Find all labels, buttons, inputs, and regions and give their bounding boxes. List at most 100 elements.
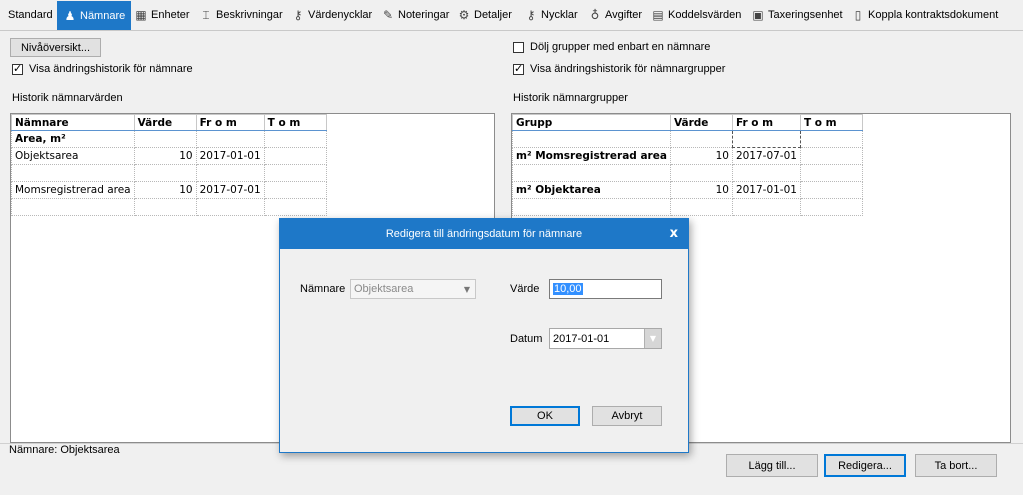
cell-name [512, 164, 671, 182]
right-grid-title: Historik nämnargrupper [513, 92, 628, 104]
edit-button[interactable]: Redigera... [824, 454, 906, 477]
cell-name: Objektsarea [11, 147, 135, 165]
cell-to [263, 130, 327, 148]
tab-detaljer[interactable]: ⚙ Detaljer [457, 4, 512, 26]
cell-from: 2017-07-01 [731, 147, 801, 165]
ok-button[interactable]: OK [510, 406, 580, 426]
column-header-from[interactable]: Fr o m [195, 114, 265, 131]
cell-name [512, 130, 671, 148]
add-button[interactable]: Lägg till... [726, 454, 818, 477]
checkbox-checked[interactable] [12, 62, 23, 75]
cell-name [11, 164, 135, 182]
table-row[interactable] [11, 198, 327, 216]
cell-to [799, 164, 863, 182]
table-row[interactable] [512, 198, 863, 216]
table-row[interactable]: Momsregistrerad area 10 2017-07-01 [11, 181, 327, 199]
cell-from [731, 198, 801, 216]
tab-koddelsvarden[interactable]: ▤ Koddelsvärden [651, 4, 741, 26]
notes-icon: ✎ [382, 8, 394, 22]
date-picker[interactable]: 2017-01-01 ▼ [549, 328, 662, 349]
checkbox-checked[interactable] [513, 62, 524, 75]
table-row[interactable]: Area, m² [11, 130, 327, 148]
cell-value [669, 164, 733, 182]
chevron-down-icon[interactable]: ▼ [644, 329, 661, 348]
cell-value [133, 198, 197, 216]
cell-to [799, 181, 863, 199]
delete-button[interactable]: Ta bort... [915, 454, 997, 477]
tab-vardenycklar[interactable]: ⚷ Värdenycklar [291, 4, 373, 26]
cell-value [669, 198, 733, 216]
cell-to [799, 130, 863, 148]
tab-nycklar[interactable]: ⚷ Nycklar [524, 4, 578, 26]
dialog-title-bar[interactable]: Redigera till ändringsdatum för nämnare … [280, 219, 688, 249]
cell-from [731, 164, 801, 182]
person-icon: ♟ [64, 8, 76, 23]
tab-standard[interactable]: Standard [8, 4, 53, 26]
column-header-tom[interactable]: T o m [263, 114, 327, 131]
cell-value [669, 130, 733, 148]
document-icon: ▯ [854, 8, 862, 22]
hide-single-groups-checkbox[interactable]: Dölj grupper med enbart en nämnare [513, 41, 710, 53]
cell-value [133, 130, 197, 148]
table-row[interactable]: m² Momsregistrerad area 10 2017-07-01 [512, 147, 863, 165]
column-header-namnare[interactable]: Nämnare [11, 114, 135, 131]
column-header-from[interactable]: Fr o m [731, 114, 801, 131]
right-grid-table: Grupp Värde Fr o m T o m m² Momsregistre… [512, 114, 863, 216]
cell-value [133, 164, 197, 182]
cell-value: 10 [133, 181, 197, 199]
tab-noteringar[interactable]: ✎ Noteringar [381, 4, 449, 26]
key-icon: ⚷ [293, 8, 303, 22]
tab-taxeringsenhet[interactable]: ▣ Taxeringsenhet [751, 4, 842, 26]
box-icon: ▣ [752, 8, 764, 22]
cell-from [195, 198, 265, 216]
cell-to [263, 164, 327, 182]
cell-to [263, 147, 327, 165]
cancel-button[interactable]: Avbryt [592, 406, 662, 426]
cell-to [263, 198, 327, 216]
show-history-groups-checkbox[interactable]: Visa ändringshistorik för nämnargrupper [513, 62, 725, 75]
show-history-denominator-checkbox[interactable]: Visa ändringshistorik för nämnare [12, 62, 193, 75]
table-row[interactable] [512, 130, 863, 148]
column-header-tom[interactable]: T o m [799, 114, 863, 131]
column-header-varde[interactable]: Värde [669, 114, 733, 131]
level-overview-button[interactable]: Nivåöversikt... [10, 38, 101, 57]
table-row[interactable]: m² Objektarea 10 2017-01-01 [512, 181, 863, 199]
cell-value: 10 [669, 147, 733, 165]
date-label: Datum [510, 333, 543, 345]
close-icon[interactable]: x [670, 226, 678, 241]
denominator-label: Nämnare [300, 283, 346, 295]
cell-value: 10 [133, 147, 197, 165]
table-row[interactable] [11, 164, 327, 182]
tab-bar: Standard ♟ Nämnare ▦ Enheter ⌶ Beskrivninga… [0, 0, 1023, 31]
cell-to [799, 198, 863, 216]
checkbox-unchecked[interactable] [513, 41, 524, 53]
tab-enheter[interactable]: ▦ Enheter [134, 4, 189, 26]
gears-icon: ⚙ [458, 8, 470, 22]
tab-avgifter[interactable]: ♁ Avgifter [588, 4, 643, 26]
cell-to [263, 181, 327, 199]
left-grid-title: Historik nämnarvärden [12, 92, 123, 104]
cell-from [195, 130, 265, 148]
text-cursor-icon: ⌶ [202, 8, 210, 22]
tab-namnare[interactable]: ♟ Nämnare [57, 1, 132, 30]
table-row[interactable] [512, 164, 863, 182]
dialog-title: Redigera till ändringsdatum för nämnare [385, 228, 583, 240]
grid-icon: ▦ [135, 8, 147, 22]
cell-name [11, 198, 135, 216]
cell-value: 10 [669, 181, 733, 199]
edit-denominator-dialog: Redigera till ändringsdatum för nämnare … [279, 218, 689, 453]
value-input[interactable]: 10,00 [549, 279, 662, 299]
tab-koppla-kontraktsdokument[interactable]: ▯ Koppla kontraktsdokument [851, 4, 999, 26]
table-row[interactable]: Objektsarea 10 2017-01-01 [11, 147, 327, 165]
denominator-select[interactable]: Objektsarea ▼ [350, 279, 476, 299]
cell-from: 2017-07-01 [195, 181, 265, 199]
status-text: Nämnare: Objektsarea [9, 444, 120, 456]
tab-beskrivningar[interactable]: ⌶ Beskrivningar [199, 4, 282, 26]
cell-name: Momsregistrerad area [11, 181, 135, 199]
table-icon: ▤ [652, 8, 664, 22]
cell-name: m² Objektarea [512, 181, 671, 199]
money-bag-icon: ♁ [590, 8, 600, 22]
column-header-grupp[interactable]: Grupp [512, 114, 671, 131]
key-icon: ⚷ [526, 8, 536, 22]
column-header-varde[interactable]: Värde [133, 114, 197, 131]
